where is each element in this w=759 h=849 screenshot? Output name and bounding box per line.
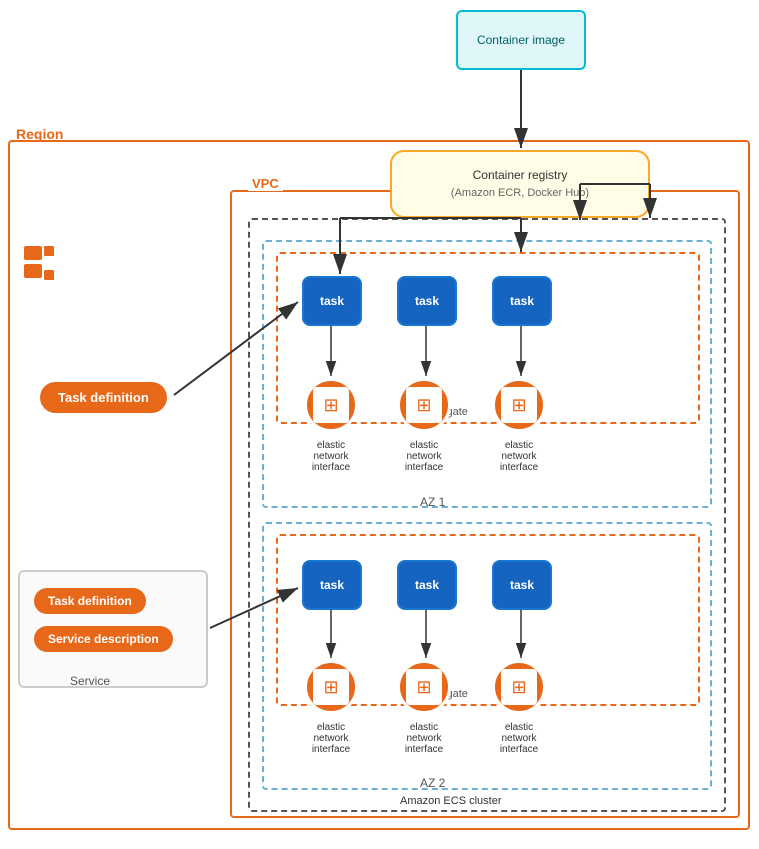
az1-task-3-label: task xyxy=(510,294,534,308)
service-task-def-label: Task definition xyxy=(48,594,132,608)
az2-eni-3: ⊞ xyxy=(492,660,546,714)
az1-task-1-label: task xyxy=(320,294,344,308)
aws-ecs-icon xyxy=(22,238,72,288)
az2-eni-2-inner: ⊞ xyxy=(406,669,442,705)
az1-task-2-label: task xyxy=(415,294,439,308)
az1-eni-2-inner: ⊞ xyxy=(406,387,442,423)
az1-task-1: task xyxy=(302,276,362,326)
service-box: Task definition Service description xyxy=(18,570,208,688)
az1-task-3: task xyxy=(492,276,552,326)
az1-eni-2-label: elastic networkinterface xyxy=(391,440,457,473)
az2-eni-1: ⊞ xyxy=(304,660,358,714)
az2-task-3: task xyxy=(492,560,552,610)
az2-eni-2-label: elastic networkinterface xyxy=(391,722,457,755)
az2-task-1-label: task xyxy=(320,578,344,592)
container-registry-box: Container registry(Amazon ECR, Docker Hu… xyxy=(390,150,650,218)
az1-eni-1-label: elastic networkinterface xyxy=(298,440,364,473)
az2-eni-1-icon: ⊞ xyxy=(323,677,338,698)
ecs-cluster-label: Amazon ECS cluster xyxy=(400,795,501,807)
container-image-box: Container image xyxy=(456,10,586,70)
az2-label: AZ 2 xyxy=(420,776,445,790)
az2-eni-3-inner: ⊞ xyxy=(501,669,537,705)
az1-eni-1: ⊞ xyxy=(304,378,358,432)
service-desc-label: Service description xyxy=(48,632,159,646)
task-definition-button[interactable]: Task definition xyxy=(40,382,167,413)
az1-eni-2-icon: ⊞ xyxy=(416,395,431,416)
az1-eni-3-icon: ⊞ xyxy=(511,395,526,416)
az2-eni-3-icon: ⊞ xyxy=(511,677,526,698)
az1-eni-3: ⊞ xyxy=(492,378,546,432)
region-label: Region xyxy=(16,126,63,142)
az2-eni-1-label: elastic networkinterface xyxy=(298,722,364,755)
az2-task-3-label: task xyxy=(510,578,534,592)
service-desc-button[interactable]: Service description xyxy=(34,626,173,652)
az2-eni-1-inner: ⊞ xyxy=(313,669,349,705)
az1-eni-3-inner: ⊞ xyxy=(501,387,537,423)
az2-eni-2: ⊞ xyxy=(397,660,451,714)
az1-label: AZ 1 xyxy=(420,495,445,509)
az1-eni-2: ⊞ xyxy=(397,378,451,432)
az2-task-2: task xyxy=(397,560,457,610)
vpc-label: VPC xyxy=(248,176,283,191)
az2-task-1: task xyxy=(302,560,362,610)
az2-task-2-label: task xyxy=(415,578,439,592)
task-definition-label: Task definition xyxy=(58,390,149,405)
az1-task-2: task xyxy=(397,276,457,326)
service-label: Service xyxy=(70,674,110,688)
service-task-def-button[interactable]: Task definition xyxy=(34,588,146,614)
container-image-label: Container image xyxy=(477,33,565,47)
az2-eni-3-label: elastic networkinterface xyxy=(486,722,552,755)
az1-eni-1-icon: ⊞ xyxy=(323,395,338,416)
container-registry-label: Container registry(Amazon ECR, Docker Hu… xyxy=(451,167,589,201)
diagram-container: Region VPC Amazon ECS cluster AZ 1 Farga… xyxy=(0,0,759,849)
az1-eni-1-inner: ⊞ xyxy=(313,387,349,423)
az2-eni-2-icon: ⊞ xyxy=(416,677,431,698)
az1-eni-3-label: elastic networkinterface xyxy=(486,440,552,473)
